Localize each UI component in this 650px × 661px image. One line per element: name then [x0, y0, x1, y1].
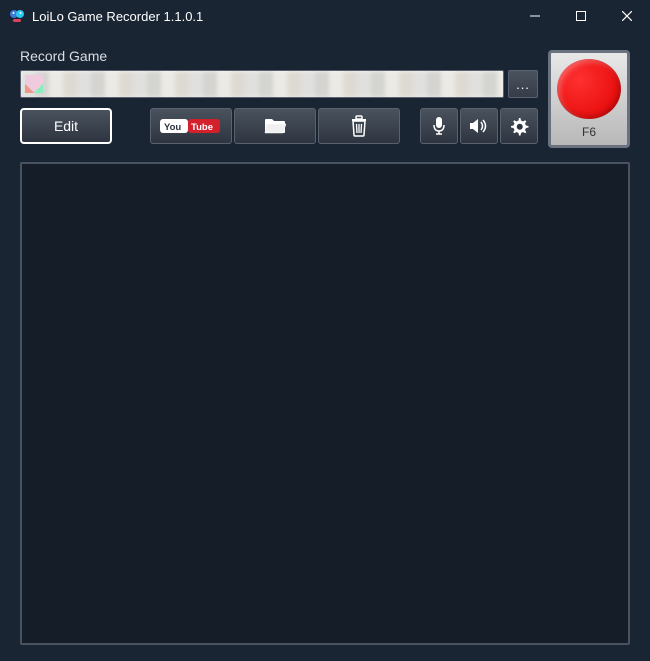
minimize-button[interactable]: [512, 0, 558, 32]
svg-text:Tube: Tube: [191, 122, 213, 133]
content-area: Record Game ... Edit: [0, 32, 650, 661]
open-folder-button[interactable]: [234, 108, 316, 144]
left-top: ... Edit You Tube: [20, 70, 538, 144]
trash-icon: [350, 115, 368, 137]
edit-label: Edit: [54, 118, 78, 134]
record-game-label: Record Game: [20, 48, 630, 64]
edit-button[interactable]: Edit: [20, 108, 112, 144]
app-logo-icon: [8, 7, 26, 25]
window-controls: [512, 0, 650, 32]
delete-button[interactable]: [318, 108, 400, 144]
recordings-panel[interactable]: [20, 162, 630, 645]
browse-label: ...: [516, 77, 530, 92]
browse-button[interactable]: ...: [508, 70, 538, 98]
game-icon: [25, 75, 43, 93]
toolbar: Edit You Tube: [20, 108, 538, 144]
settings-button[interactable]: [500, 108, 538, 144]
toolbar-group-settings: [420, 108, 538, 144]
game-path-input[interactable]: [20, 70, 504, 98]
game-path-value-obscured: [21, 71, 503, 97]
game-path-row: ...: [20, 70, 538, 98]
folder-icon: [263, 116, 287, 136]
microphone-button[interactable]: [420, 108, 458, 144]
svg-text:You: You: [164, 122, 181, 133]
speaker-icon: [469, 117, 489, 135]
app-window: LoiLo Game Recorder 1.1.0.1 Record Game: [0, 0, 650, 661]
record-icon: [557, 59, 621, 119]
microphone-icon: [431, 116, 447, 136]
window-title: LoiLo Game Recorder 1.1.0.1: [32, 9, 512, 24]
maximize-button[interactable]: [558, 0, 604, 32]
gear-icon: [509, 116, 529, 136]
record-button[interactable]: F6: [548, 50, 630, 148]
toolbar-group-actions: You Tube: [150, 108, 400, 144]
youtube-button[interactable]: You Tube: [150, 108, 232, 144]
titlebar: LoiLo Game Recorder 1.1.0.1: [0, 0, 650, 32]
record-hotkey-label: F6: [582, 125, 596, 139]
top-row: ... Edit You Tube: [20, 70, 630, 148]
close-button[interactable]: [604, 0, 650, 32]
volume-button[interactable]: [460, 108, 498, 144]
